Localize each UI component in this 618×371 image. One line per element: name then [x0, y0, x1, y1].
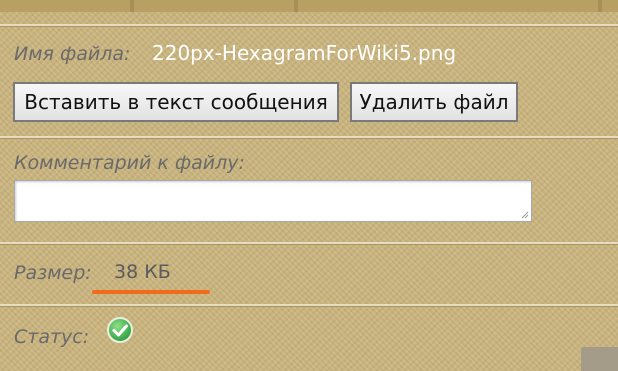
file-name-label: Имя файла: — [14, 43, 131, 65]
check-circle-icon — [107, 317, 133, 343]
file-attachment-panel: Имя файла: 220px-HexagramForWiki5.png Вс… — [0, 0, 618, 371]
file-name-value: 220px-HexagramForWiki5.png — [152, 41, 457, 65]
strip-separator — [130, 0, 134, 12]
scroll-corner-button[interactable] — [581, 347, 618, 371]
size-label: Размер: — [14, 262, 92, 284]
divider — [0, 304, 618, 307]
highlight-underline — [92, 290, 210, 294]
size-value: 38 КБ — [114, 261, 171, 283]
comment-label: Комментарий к файлу: — [14, 152, 245, 174]
strip-separator — [598, 0, 602, 12]
strip-separator — [294, 0, 298, 12]
status-label: Статус: — [14, 326, 90, 348]
comment-textarea[interactable] — [14, 180, 532, 222]
divider — [0, 242, 618, 245]
divider — [0, 24, 618, 27]
delete-file-button[interactable]: Удалить файл — [350, 82, 518, 122]
insert-into-message-button[interactable]: Вставить в текст сообщения — [13, 82, 339, 122]
divider — [0, 136, 618, 139]
resize-grip-icon[interactable] — [521, 211, 529, 219]
top-border-strip — [0, 0, 618, 12]
